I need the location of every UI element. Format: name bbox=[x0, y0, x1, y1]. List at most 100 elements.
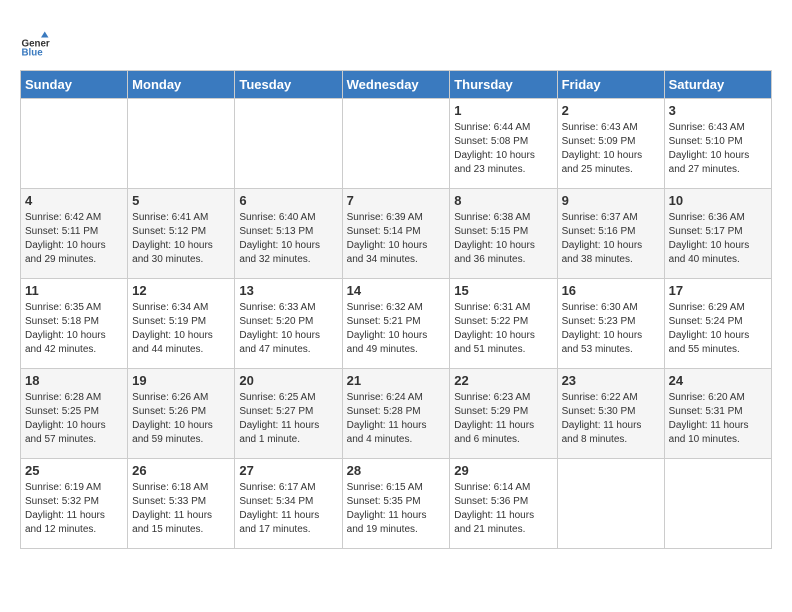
day-cell: 28 Sunrise: 6:15 AM Sunset: 5:35 PM Dayli… bbox=[342, 459, 450, 549]
header-cell-saturday: Saturday bbox=[664, 71, 771, 99]
header-cell-thursday: Thursday bbox=[450, 71, 557, 99]
svg-text:Blue: Blue bbox=[22, 48, 44, 59]
day-number: 11 bbox=[25, 283, 123, 298]
header-cell-monday: Monday bbox=[128, 71, 235, 99]
logo: General Blue bbox=[20, 30, 54, 60]
day-number: 24 bbox=[669, 373, 767, 388]
header-cell-tuesday: Tuesday bbox=[235, 71, 342, 99]
day-cell: 16 Sunrise: 6:30 AM Sunset: 5:23 PM Dayli… bbox=[557, 279, 664, 369]
day-cell: 29 Sunrise: 6:14 AM Sunset: 5:36 PM Dayli… bbox=[450, 459, 557, 549]
day-info: Sunrise: 6:40 AM Sunset: 5:13 PM Dayligh… bbox=[239, 211, 337, 267]
day-cell: 1 Sunrise: 6:44 AM Sunset: 5:08 PM Daylig… bbox=[450, 99, 557, 189]
day-cell: 13Sunrise: 6:33 AM Sunset: 5:20 PM Dayli… bbox=[235, 279, 342, 369]
header-cell-friday: Friday bbox=[557, 71, 664, 99]
header-cell-sunday: Sunday bbox=[21, 71, 128, 99]
day-number: 26 bbox=[132, 463, 230, 478]
day-cell: 5 Sunrise: 6:41 AM Sunset: 5:12 PM Daylig… bbox=[128, 189, 235, 279]
day-cell: 24 Sunrise: 6:20 AM Sunset: 5:31 PM Dayli… bbox=[664, 369, 771, 459]
day-cell: 10 Sunrise: 6:36 AM Sunset: 5:17 PM Dayli… bbox=[664, 189, 771, 279]
day-info: Sunrise: 6:24 AM Sunset: 5:28 PM Dayligh… bbox=[347, 391, 446, 447]
day-info: Sunrise: 6:38 AM Sunset: 5:15 PM Dayligh… bbox=[454, 211, 552, 267]
week-row-2: 4 Sunrise: 6:42 AM Sunset: 5:11 PM Daylig… bbox=[21, 189, 772, 279]
day-number: 28 bbox=[347, 463, 446, 478]
day-info: Sunrise: 6:18 AM Sunset: 5:33 PM Dayligh… bbox=[132, 481, 230, 537]
day-info: Sunrise: 6:32 AM Sunset: 5:21 PM Dayligh… bbox=[347, 301, 446, 357]
day-number: 20 bbox=[239, 373, 337, 388]
day-cell: 19 Sunrise: 6:26 AM Sunset: 5:26 PM Dayli… bbox=[128, 369, 235, 459]
day-info: Sunrise: 6:42 AM Sunset: 5:11 PM Dayligh… bbox=[25, 211, 123, 267]
day-number: 27 bbox=[239, 463, 337, 478]
day-info: Sunrise: 6:41 AM Sunset: 5:12 PM Dayligh… bbox=[132, 211, 230, 267]
day-info: Sunrise: 6:14 AM Sunset: 5:36 PM Dayligh… bbox=[454, 481, 552, 537]
day-number: 5 bbox=[132, 193, 230, 208]
day-number: 2 bbox=[562, 103, 660, 118]
day-cell: 25 Sunrise: 6:19 AM Sunset: 5:32 PM Dayli… bbox=[21, 459, 128, 549]
day-cell: 23 Sunrise: 6:22 AM Sunset: 5:30 PM Dayli… bbox=[557, 369, 664, 459]
day-info: Sunrise: 6:37 AM Sunset: 5:16 PM Dayligh… bbox=[562, 211, 660, 267]
day-cell: 15Sunrise: 6:31 AM Sunset: 5:22 PM Dayli… bbox=[450, 279, 557, 369]
day-info: Sunrise: 6:15 AM Sunset: 5:35 PM Dayligh… bbox=[347, 481, 446, 537]
day-number: 15 bbox=[454, 283, 552, 298]
day-cell bbox=[664, 459, 771, 549]
header-cell-wednesday: Wednesday bbox=[342, 71, 450, 99]
day-info: Sunrise: 6:35 AM Sunset: 5:18 PM Dayligh… bbox=[25, 301, 123, 357]
day-number: 1 bbox=[454, 103, 552, 118]
header-row: SundayMondayTuesdayWednesdayThursdayFrid… bbox=[21, 71, 772, 99]
day-number: 29 bbox=[454, 463, 552, 478]
day-number: 4 bbox=[25, 193, 123, 208]
day-number: 8 bbox=[454, 193, 552, 208]
day-info: Sunrise: 6:30 AM Sunset: 5:23 PM Dayligh… bbox=[562, 301, 660, 357]
day-number: 7 bbox=[347, 193, 446, 208]
day-info: Sunrise: 6:36 AM Sunset: 5:17 PM Dayligh… bbox=[669, 211, 767, 267]
day-number: 25 bbox=[25, 463, 123, 478]
day-cell: 14 Sunrise: 6:32 AM Sunset: 5:21 PM Dayli… bbox=[342, 279, 450, 369]
day-info: Sunrise: 6:17 AM Sunset: 5:34 PM Dayligh… bbox=[239, 481, 337, 537]
day-info: Sunrise: 6:28 AM Sunset: 5:25 PM Dayligh… bbox=[25, 391, 123, 447]
day-number: 3 bbox=[669, 103, 767, 118]
day-cell: 3Sunrise: 6:43 AM Sunset: 5:10 PM Daylig… bbox=[664, 99, 771, 189]
day-info: Sunrise: 6:29 AM Sunset: 5:24 PM Dayligh… bbox=[669, 301, 767, 357]
day-number: 14 bbox=[347, 283, 446, 298]
day-cell: 18Sunrise: 6:28 AM Sunset: 5:25 PM Dayli… bbox=[21, 369, 128, 459]
day-cell: 11 Sunrise: 6:35 AM Sunset: 5:18 PM Dayli… bbox=[21, 279, 128, 369]
day-info: Sunrise: 6:20 AM Sunset: 5:31 PM Dayligh… bbox=[669, 391, 767, 447]
day-cell: 8 Sunrise: 6:38 AM Sunset: 5:15 PM Daylig… bbox=[450, 189, 557, 279]
day-cell bbox=[235, 99, 342, 189]
day-info: Sunrise: 6:44 AM Sunset: 5:08 PM Dayligh… bbox=[454, 121, 552, 177]
day-number: 23 bbox=[562, 373, 660, 388]
day-cell bbox=[557, 459, 664, 549]
week-row-4: 18Sunrise: 6:28 AM Sunset: 5:25 PM Dayli… bbox=[21, 369, 772, 459]
week-row-3: 11 Sunrise: 6:35 AM Sunset: 5:18 PM Dayli… bbox=[21, 279, 772, 369]
day-cell: 4 Sunrise: 6:42 AM Sunset: 5:11 PM Daylig… bbox=[21, 189, 128, 279]
day-info: Sunrise: 6:25 AM Sunset: 5:27 PM Dayligh… bbox=[239, 391, 337, 447]
day-cell bbox=[128, 99, 235, 189]
day-number: 6 bbox=[239, 193, 337, 208]
logo-icon: General Blue bbox=[20, 30, 50, 60]
day-cell: 2 Sunrise: 6:43 AM Sunset: 5:09 PM Daylig… bbox=[557, 99, 664, 189]
day-number: 10 bbox=[669, 193, 767, 208]
day-cell: 20 Sunrise: 6:25 AM Sunset: 5:27 PM Dayli… bbox=[235, 369, 342, 459]
day-info: Sunrise: 6:26 AM Sunset: 5:26 PM Dayligh… bbox=[132, 391, 230, 447]
day-info: Sunrise: 6:22 AM Sunset: 5:30 PM Dayligh… bbox=[562, 391, 660, 447]
day-cell: 6 Sunrise: 6:40 AM Sunset: 5:13 PM Daylig… bbox=[235, 189, 342, 279]
page-header: General Blue bbox=[20, 20, 772, 60]
day-info: Sunrise: 6:34 AM Sunset: 5:19 PM Dayligh… bbox=[132, 301, 230, 357]
day-cell: 7 Sunrise: 6:39 AM Sunset: 5:14 PM Daylig… bbox=[342, 189, 450, 279]
day-number: 19 bbox=[132, 373, 230, 388]
day-cell: 21 Sunrise: 6:24 AM Sunset: 5:28 PM Dayli… bbox=[342, 369, 450, 459]
day-info: Sunrise: 6:19 AM Sunset: 5:32 PM Dayligh… bbox=[25, 481, 123, 537]
day-number: 22 bbox=[454, 373, 552, 388]
day-info: Sunrise: 6:23 AM Sunset: 5:29 PM Dayligh… bbox=[454, 391, 552, 447]
day-number: 13 bbox=[239, 283, 337, 298]
day-number: 12 bbox=[132, 283, 230, 298]
day-info: Sunrise: 6:39 AM Sunset: 5:14 PM Dayligh… bbox=[347, 211, 446, 267]
day-cell: 12 Sunrise: 6:34 AM Sunset: 5:19 PM Dayli… bbox=[128, 279, 235, 369]
day-cell: 22 Sunrise: 6:23 AM Sunset: 5:29 PM Dayli… bbox=[450, 369, 557, 459]
day-cell bbox=[342, 99, 450, 189]
day-info: Sunrise: 6:43 AM Sunset: 5:09 PM Dayligh… bbox=[562, 121, 660, 177]
day-cell: 17Sunrise: 6:29 AM Sunset: 5:24 PM Dayli… bbox=[664, 279, 771, 369]
day-cell: 27 Sunrise: 6:17 AM Sunset: 5:34 PM Dayli… bbox=[235, 459, 342, 549]
day-number: 16 bbox=[562, 283, 660, 298]
day-cell: 26 Sunrise: 6:18 AM Sunset: 5:33 PM Dayli… bbox=[128, 459, 235, 549]
day-number: 21 bbox=[347, 373, 446, 388]
